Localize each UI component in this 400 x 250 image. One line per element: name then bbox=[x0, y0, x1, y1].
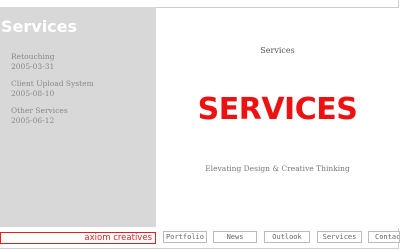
entry-date: 2005-08-10 bbox=[11, 89, 55, 98]
nav-news-button[interactable]: News bbox=[213, 231, 257, 243]
sidebar: Services Retouching 2005-03-31 Client Up… bbox=[0, 7, 156, 227]
main-panel: Services SERVICES Elevating Design & Cre… bbox=[156, 7, 399, 228]
page-title: Services bbox=[260, 46, 295, 55]
sidebar-title: Services bbox=[1, 17, 78, 36]
nav-services-button[interactable]: Services bbox=[317, 231, 362, 243]
list-item[interactable]: Retouching 2005-03-31 bbox=[11, 52, 94, 72]
entry-date: 2005-03-31 bbox=[11, 62, 55, 71]
list-item[interactable]: Other Services 2005-06-12 bbox=[11, 106, 94, 126]
entry-list: Retouching 2005-03-31 Client Upload Syst… bbox=[11, 52, 94, 133]
nav-outlook-button[interactable]: Outlook bbox=[264, 231, 310, 243]
brand-logo[interactable]: axiom creatives bbox=[0, 232, 156, 244]
tagline: Elevating Design & Creative Thinking bbox=[205, 164, 350, 173]
entry-title[interactable]: Retouching bbox=[11, 52, 94, 62]
entry-title[interactable]: Client Upload System bbox=[11, 79, 94, 89]
nav-portfolio-button[interactable]: Portfolio bbox=[163, 231, 207, 243]
list-item[interactable]: Client Upload System 2005-08-10 bbox=[11, 79, 94, 99]
services-banner: SERVICES bbox=[197, 92, 358, 127]
nav-contact-button[interactable]: Contac bbox=[368, 231, 400, 243]
entry-date: 2005-06-12 bbox=[11, 116, 55, 125]
entry-title[interactable]: Other Services bbox=[11, 106, 94, 116]
